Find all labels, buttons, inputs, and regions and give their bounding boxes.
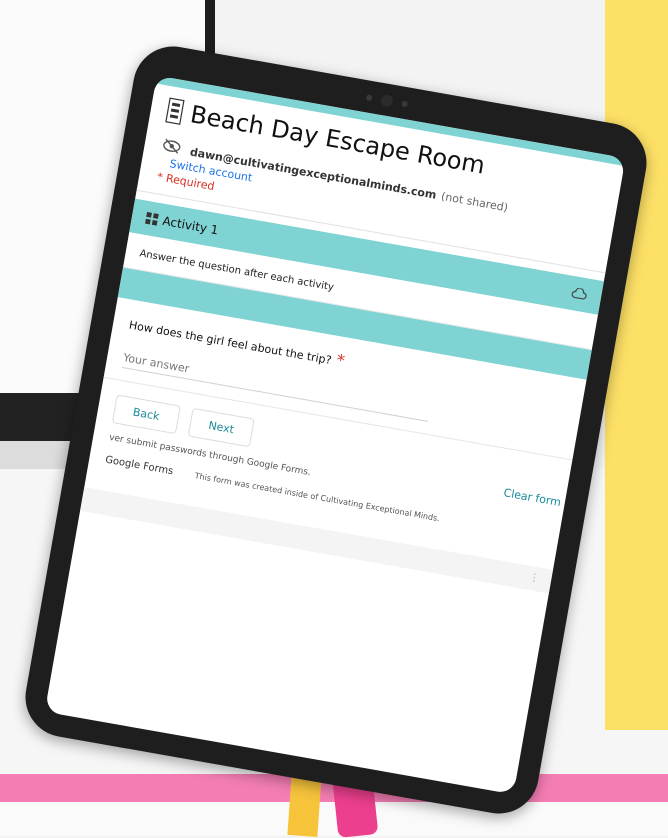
section-title-wrap: Activity 1 <box>144 211 220 238</box>
cloud-icon <box>571 287 587 300</box>
sensor-dot <box>365 94 373 102</box>
tablet-screen: Beach Day Escape Room dawn@cultivatingex… <box>44 75 626 795</box>
more-options-icon[interactable]: ⋮ <box>528 572 540 585</box>
required-asterisk: * <box>335 350 347 371</box>
section-title: Activity 1 <box>161 213 220 238</box>
grid-icon <box>144 211 159 226</box>
form-logo-icon <box>165 97 185 125</box>
next-button[interactable]: Next <box>187 407 256 448</box>
front-camera <box>365 91 409 110</box>
google-forms-brand[interactable]: Google Forms <box>104 454 174 477</box>
sensor-dot <box>401 100 409 108</box>
background-bottom <box>0 802 668 836</box>
back-button[interactable]: Back <box>111 394 181 435</box>
camera-lens <box>379 93 394 108</box>
background-yellow-paper <box>605 0 668 730</box>
eye-off-icon <box>163 138 181 154</box>
